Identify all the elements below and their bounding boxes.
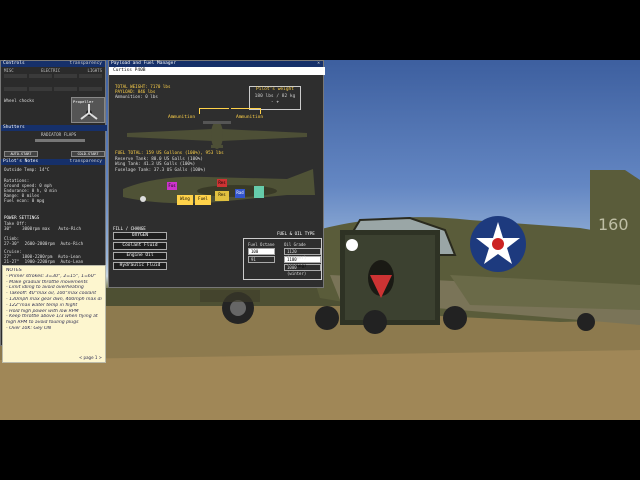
misc-head: MISC (4, 68, 14, 73)
pilot-weight-value: 180 lbs / 82 kg (254, 94, 296, 99)
mixture: Auto-Rich (60, 241, 84, 246)
fuel-oil-type-title: FUEL & OIL TYPE (277, 231, 315, 236)
tank-marker-fuel[interactable]: Fuel (195, 195, 211, 205)
rpm: 1900-2200rpm (24, 259, 55, 264)
note-line: - Primer strokes: 3=30°, 2=15°, 1=60° (6, 273, 97, 279)
switch[interactable] (79, 86, 102, 91)
fuel-octane-column: Fuel Octane 100 91 (248, 242, 275, 263)
note-line: - 130mph max gear dwn, 400mph max dive (6, 296, 102, 302)
fuel-economy: Fuel econ: 0 mpg (4, 198, 45, 203)
aircraft-top-view (127, 121, 307, 149)
switch[interactable] (54, 86, 77, 91)
switch[interactable] (79, 74, 102, 78)
tank-marker-rad[interactable]: Rad (235, 189, 245, 198)
payload-fuel-manager: Payload and Fuel Manager ✕ Curtiss P40B … (108, 60, 325, 288)
ammunition-weight: Ammunition: 0 lbs (115, 94, 158, 99)
oil-option-summer[interactable]: 1120 (summer) (284, 248, 321, 260)
aircraft-name: Curtiss P40B (109, 67, 325, 75)
lights-head: LIGHTS (87, 68, 102, 73)
tank-marker-res[interactable]: Res (217, 179, 227, 187)
controls-column-heads: MISC ELECTRIC LIGHTS (1, 67, 105, 74)
mp: 21-27" (4, 259, 20, 264)
oil-grade-column: Oil Grade 1120 (summer) 1100 (spring) 10… (284, 242, 321, 276)
controls-title: Controls (3, 61, 25, 66)
note-line: - Over 10K: Gey ON (6, 325, 52, 331)
engine-oil-button[interactable]: Engine Oil (113, 252, 167, 260)
power-settings-title: POWER SETTINGS (4, 215, 40, 220)
outside-temp: Outside Temp: 14°C (4, 167, 50, 172)
mixture: Auto-Rich (58, 226, 82, 231)
svg-text:160: 160 (598, 215, 629, 234)
wheel-chocks-label[interactable]: Wheel chocks (4, 98, 34, 103)
radiator-slider[interactable] (35, 139, 85, 142)
pilot-notes-transparency[interactable]: transparency (69, 159, 105, 165)
propeller-icon (80, 104, 98, 120)
hydraulic-fluid-button[interactable]: Hydraulic Fluid (113, 262, 167, 270)
notes-pad: NOTES - Primer strokes: 3=30°, 2=15°, 1=… (2, 265, 106, 363)
switch[interactable] (29, 86, 52, 91)
pilot-notes-titlebar[interactable]: Pilot's Notes transparency (1, 159, 105, 165)
controls-switch-grid (1, 74, 105, 98)
switch[interactable] (4, 74, 27, 78)
fuel-oil-type-box: Fuel Octane 100 91 Oil Grade 1120 (summe… (243, 238, 322, 280)
pilot-weight-title: Pilot's weight (256, 87, 294, 92)
transparency-label[interactable]: transparency (69, 61, 105, 67)
takeoff-row-2: 27-30" 2600-2800rpm Auto-Rich (4, 241, 83, 246)
pilot-weight-adjust[interactable]: - + (250, 100, 300, 105)
mp: 30" (4, 226, 12, 231)
mixture: Auto-Lean (60, 259, 84, 264)
shutters-section-title: Shutters (1, 125, 107, 131)
cold-start-button[interactable]: COLD-START (71, 151, 105, 157)
coolant-fluid-button[interactable]: Coolant Fluid (113, 242, 167, 250)
tank-marker-res-2[interactable]: Res (215, 191, 229, 201)
tank-marker-wing[interactable]: Wing (177, 195, 193, 205)
notes-page-selector[interactable]: < page 1 > (79, 355, 102, 360)
aircraft-side-view (123, 169, 315, 204)
ammo-bracket-left (199, 108, 229, 114)
switch[interactable] (54, 74, 77, 78)
oxygen-button[interactable]: OXYGEN (113, 232, 167, 240)
takeoff-row-1: 30" 3000rpm max Auto-Rich (4, 226, 81, 231)
pilot-weight-box: Pilot's weight 180 lbs / 82 kg - + (249, 86, 301, 110)
tank-marker-fus[interactable]: Fus (167, 182, 177, 190)
mp: 27-30" (4, 241, 20, 246)
oil-grade-label: Oil Grade (284, 242, 306, 247)
cruise-row-2: 21-27" 1900-2200rpm Auto-Lean (4, 259, 83, 264)
rpm: 2600-2800rpm (24, 241, 55, 246)
rpm: 3000rpm max (22, 226, 50, 231)
radiator-flaps-label: RADIATOR FLAPS (41, 132, 77, 137)
fuel-octane-label: Fuel Octane (248, 242, 275, 247)
fill-change-title: FILL / CHANGE (113, 226, 146, 231)
fuel-total: FUEL TOTAL: 159 US Gallons (100%), 953 l… (115, 151, 224, 156)
octane-option-100[interactable]: 100 (248, 248, 275, 255)
octane-option-91[interactable]: 91 (248, 256, 275, 263)
ammo-bracket-right (231, 108, 261, 114)
switch[interactable] (29, 74, 52, 78)
oxygen-marker[interactable] (254, 186, 264, 198)
screen: 160 Controls transparency MISC ELECTRIC … (0, 0, 640, 480)
pilot-notes-title: Pilot's Notes (3, 159, 39, 164)
propeller-button[interactable]: Propeller (71, 97, 105, 123)
auto-start-button[interactable]: AUTO-START (4, 151, 38, 157)
electric-head: ELECTRIC (40, 68, 61, 73)
switch[interactable] (4, 86, 27, 91)
